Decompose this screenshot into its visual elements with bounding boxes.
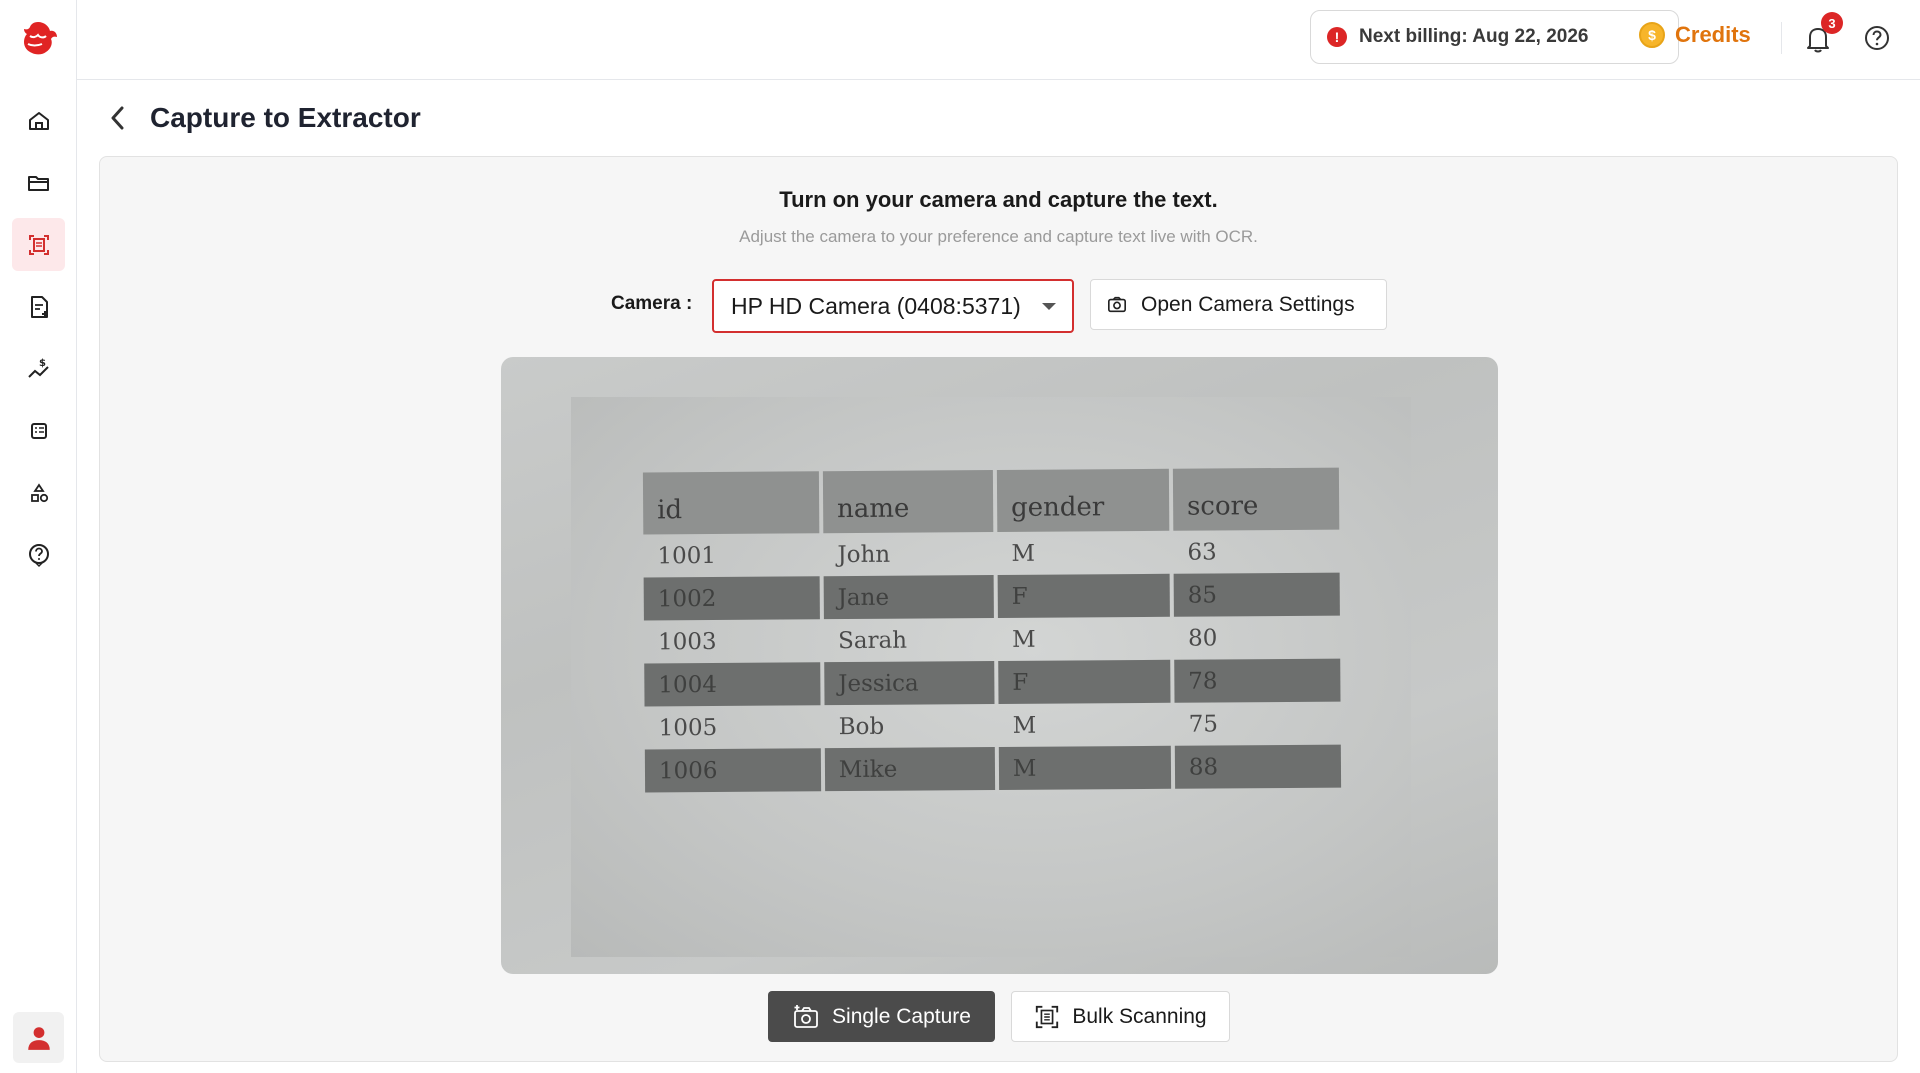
list-icon <box>30 422 47 439</box>
table-cell: 63 <box>1187 538 1217 566</box>
folder-icon <box>27 175 49 191</box>
help-icon[interactable] <box>1861 22 1893 54</box>
captured-table: id name gender score 1001 John M 63 1002… <box>642 467 1345 793</box>
document-add-icon <box>30 295 48 318</box>
header-cell: gender <box>996 468 1170 532</box>
captured-table-header: id name gender score <box>642 467 1343 535</box>
page-title: Capture to Extractor <box>150 102 421 133</box>
panel-subheading: Adjust the camera to your preference and… <box>739 227 1258 246</box>
open-camera-settings-button[interactable]: Open Camera Settings <box>1090 279 1387 330</box>
back-arrow-icon[interactable] <box>106 103 130 133</box>
table-row: 1006 Mike M 88 <box>644 744 1345 793</box>
table-cell: 1005 <box>658 714 718 741</box>
camera-select[interactable]: HP HD Camera (0408:5371) <box>712 279 1074 333</box>
help-icon <box>28 543 49 567</box>
svg-text:$: $ <box>39 358 46 369</box>
table-cell: F <box>997 573 1170 618</box>
table-cell: Jane <box>823 575 994 620</box>
caret-down-icon <box>1042 303 1056 310</box>
header-cell: score <box>1172 467 1340 531</box>
camera-select-value: HP HD Camera (0408:5371) <box>731 292 1021 319</box>
app-logo[interactable] <box>16 18 60 60</box>
sidebar-item-documents[interactable] <box>12 280 65 333</box>
table-row: 1004 Jessica F 78 <box>644 658 1344 707</box>
header-cell: id <box>642 471 820 535</box>
table-cell: M <box>998 745 1171 790</box>
table-row: 1003 Sarah M 80 <box>644 616 1344 664</box>
table-row: 1001 John M 63 <box>643 530 1343 578</box>
table-cell: 1006 <box>644 748 821 793</box>
table-cell: 1001 <box>657 542 717 569</box>
camera-preview: id name gender score 1001 John M 63 1002… <box>501 357 1498 974</box>
camera-label: Camera : <box>611 293 693 314</box>
sidebar-item-capture[interactable] <box>12 218 65 271</box>
single-capture-button[interactable]: Single Capture <box>768 991 995 1042</box>
table-cell: John <box>837 541 891 568</box>
table-cell: M <box>1011 626 1036 653</box>
table-cell: 1004 <box>644 662 821 707</box>
table-cell: 80 <box>1187 624 1218 652</box>
table-cell: 1003 <box>657 628 717 655</box>
bulk-scanning-label: Bulk Scanning <box>1072 1004 1207 1028</box>
table-cell: 78 <box>1174 658 1341 703</box>
capture-panel: Turn on your camera and capture the text… <box>99 156 1898 1062</box>
scan-icon <box>28 234 49 255</box>
topbar-divider <box>1781 22 1782 54</box>
table-cell: 1002 <box>643 576 820 621</box>
user-avatar-button[interactable] <box>13 1012 64 1063</box>
table-cell: F <box>998 659 1171 704</box>
single-capture-label: Single Capture <box>832 1004 971 1028</box>
camera-add-icon <box>794 1004 818 1028</box>
pricing-graph-icon: $ <box>27 358 49 378</box>
home-icon <box>28 111 49 130</box>
table-cell: Bob <box>838 713 885 740</box>
table-cell: M <box>1012 712 1037 739</box>
sidebar-item-home[interactable] <box>12 94 65 147</box>
coin-icon: $ <box>1639 22 1665 48</box>
camera-icon <box>1108 296 1126 312</box>
top-bar: ! Next billing: Aug 22, 2026 $ Credits 3 <box>77 0 1920 80</box>
user-icon <box>27 1026 50 1050</box>
sidebar-item-lists[interactable] <box>12 404 65 457</box>
panel-heading: Turn on your camera and capture the text… <box>779 187 1218 212</box>
sidebar-item-pricing[interactable]: $ <box>12 342 65 395</box>
sidebar-item-integrations[interactable] <box>12 466 65 519</box>
camera-settings-label: Open Camera Settings <box>1141 292 1355 316</box>
bulk-scanning-button[interactable]: Bulk Scanning <box>1011 991 1230 1042</box>
table-cell: 85 <box>1173 572 1340 617</box>
scan-icon <box>1036 1005 1059 1028</box>
table-row: 1005 Bob M 75 <box>645 702 1345 750</box>
info-icon: ! <box>1327 27 1347 47</box>
credits-label: Credits <box>1675 22 1751 47</box>
shapes-icon <box>30 482 48 502</box>
table-cell: 88 <box>1174 744 1342 789</box>
table-cell: Sarah <box>837 627 908 654</box>
sidebar: $ <box>0 0 77 1073</box>
sidebar-item-folders[interactable] <box>12 156 65 209</box>
table-cell: Mike <box>824 746 996 792</box>
sidebar-item-help[interactable] <box>12 528 65 581</box>
credits-button[interactable]: $ Credits <box>1639 22 1751 48</box>
billing-label: Next billing: Aug 22, 2026 <box>1359 26 1589 47</box>
table-cell: 75 <box>1188 710 1219 738</box>
notification-badge: 3 <box>1821 12 1843 34</box>
header-cell: name <box>822 470 994 534</box>
table-cell: M <box>1011 540 1036 567</box>
billing-notice[interactable]: ! Next billing: Aug 22, 2026 <box>1310 10 1679 64</box>
table-cell: Jessica <box>824 660 995 706</box>
table-row: 1002 Jane F 85 <box>643 572 1344 621</box>
